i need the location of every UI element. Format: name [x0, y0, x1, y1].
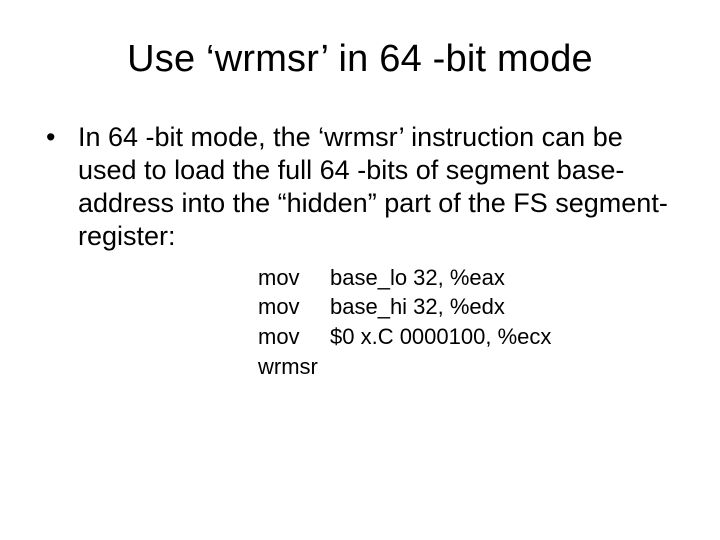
slide: Use ‘wrmsr’ in 64 -bit mode In 64 -bit m… [0, 0, 720, 540]
code-operands: base_hi 32, %edx [330, 292, 680, 322]
code-line: mov base_hi 32, %edx [258, 292, 680, 322]
code-line: mov $0 x.C 0000100, %ecx [258, 322, 680, 352]
bullet-text: In 64 -bit mode, the ‘wrmsr’ instruction… [78, 122, 668, 251]
code-block: mov base_lo 32, %eax mov base_hi 32, %ed… [258, 263, 680, 382]
code-line: wrmsr [258, 352, 680, 382]
code-operands: base_lo 32, %eax [330, 263, 680, 293]
code-operands [330, 352, 680, 382]
bullet-list: In 64 -bit mode, the ‘wrmsr’ instruction… [40, 121, 680, 382]
code-mnemonic: mov [258, 292, 330, 322]
code-mnemonic: wrmsr [258, 352, 330, 382]
code-line: mov base_lo 32, %eax [258, 263, 680, 293]
code-mnemonic: mov [258, 322, 330, 352]
slide-body: In 64 -bit mode, the ‘wrmsr’ instruction… [40, 121, 680, 382]
code-operands: $0 x.C 0000100, %ecx [330, 322, 680, 352]
bullet-item: In 64 -bit mode, the ‘wrmsr’ instruction… [40, 121, 680, 382]
code-mnemonic: mov [258, 263, 330, 293]
slide-title: Use ‘wrmsr’ in 64 -bit mode [40, 38, 680, 81]
